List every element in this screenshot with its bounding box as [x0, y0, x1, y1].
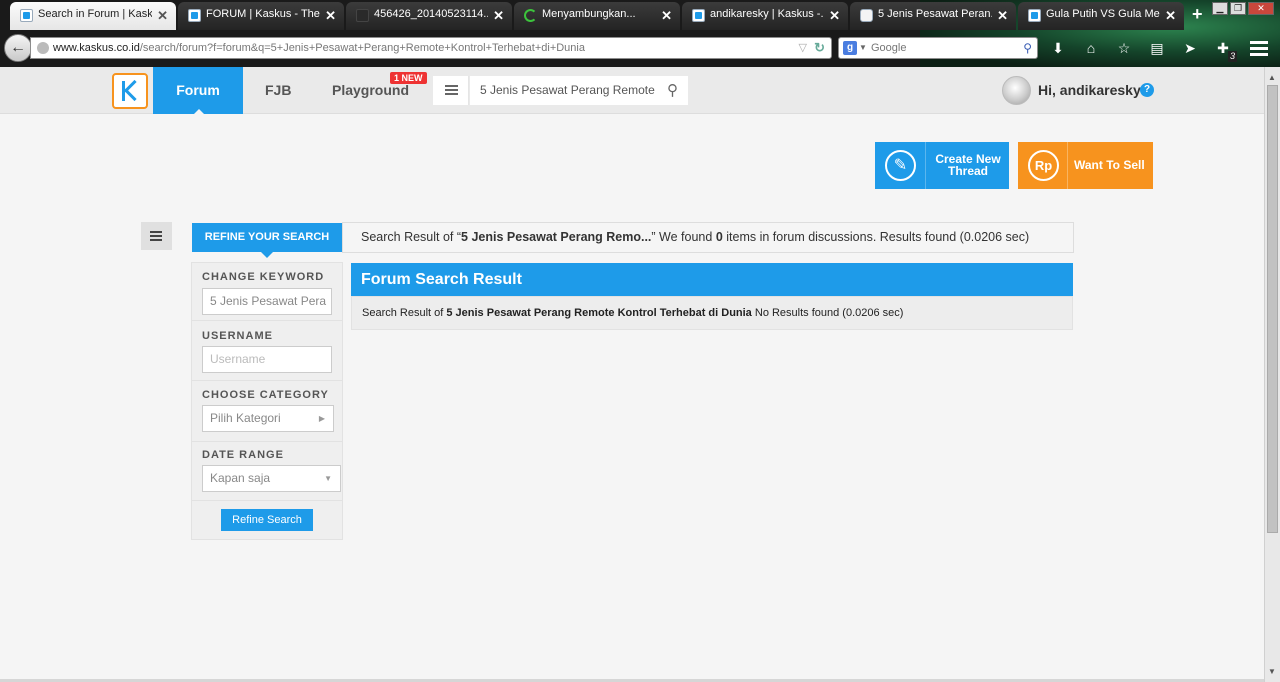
browser-tab[interactable]: FORUM | Kaskus - The... ✕: [178, 2, 344, 30]
create-new-thread-button[interactable]: ✎ Create New Thread: [875, 142, 1009, 189]
browser-tab[interactable]: Search in Forum | Kaskus ✕: [10, 2, 176, 30]
site-header: Forum FJB Playground 1 NEW 5 Jenis Pesaw…: [0, 67, 1264, 115]
scroll-thumb[interactable]: [1267, 85, 1278, 533]
tab-pointer: [261, 252, 273, 258]
sidebar-toggle-icon[interactable]: [141, 222, 172, 250]
browser-tab[interactable]: Gula Putih VS Gula Mer... ✕: [1018, 2, 1184, 30]
bookmark-star-icon[interactable]: ☆: [1112, 38, 1136, 58]
chevron-down-icon[interactable]: ▼: [859, 38, 867, 58]
reading-list-icon[interactable]: ▤: [1145, 38, 1169, 58]
date-range-label: DATE RANGE: [202, 449, 284, 461]
browser-search-input[interactable]: g ▼ Google ⚲: [838, 37, 1038, 59]
google-icon: g: [843, 41, 857, 55]
category-section: CHOOSE CATEGORY Pilih Kategori ▶: [192, 381, 342, 442]
want-to-sell-button[interactable]: Rp Want To Sell: [1018, 142, 1153, 189]
globe-icon: [37, 42, 49, 54]
browser-tab[interactable]: 5 Jenis Pesawat Peran... ✕: [850, 2, 1016, 30]
close-tab-icon[interactable]: ✕: [157, 8, 168, 24]
kaskus-logo[interactable]: [112, 73, 148, 109]
date-range-select[interactable]: Kapan saja ▼: [202, 465, 341, 492]
tab-refine-search[interactable]: REFINE YOUR SEARCH: [192, 223, 342, 258]
username-input[interactable]: Username: [202, 346, 332, 373]
browser-navbar: ← www.kaskus.co.id/search/forum?f=forum&…: [0, 30, 1280, 67]
extension-badge: 3: [1227, 51, 1237, 62]
page-scrollbar[interactable]: ▲ ▼: [1264, 67, 1280, 682]
active-pointer: [193, 109, 205, 115]
results-title: Forum Search Result: [351, 263, 1073, 296]
dropdown-arrow-icon[interactable]: ▽: [799, 38, 807, 58]
loading-spinner-icon: [524, 9, 537, 22]
reload-icon[interactable]: ↻: [814, 38, 825, 58]
kaskus-favicon-icon: [188, 9, 201, 22]
refine-search-button[interactable]: Refine Search: [221, 509, 313, 531]
close-tab-icon[interactable]: ✕: [661, 8, 672, 24]
nav-forum[interactable]: Forum: [153, 67, 243, 115]
search-icon[interactable]: ⚲: [1023, 38, 1032, 58]
username-section: USERNAME Username: [192, 321, 342, 381]
keyword-label: CHANGE KEYWORD: [202, 271, 325, 283]
kaskus-favicon-icon: [20, 9, 33, 22]
extension-icon[interactable]: ✚ 3: [1211, 38, 1237, 62]
chevron-down-icon: ▼: [324, 474, 332, 483]
close-tab-icon[interactable]: ✕: [493, 8, 504, 24]
tab-strip: Search in Forum | Kaskus ✕ FORUM | Kaskus…: [10, 2, 1203, 30]
scroll-up-icon[interactable]: ▲: [1268, 73, 1276, 82]
new-badge: 1 NEW: [390, 72, 427, 84]
pencil-icon: ✎: [885, 150, 916, 181]
avatar[interactable]: [1002, 76, 1031, 105]
keyword-section: CHANGE KEYWORD 5 Jenis Pesawat Pera: [192, 263, 342, 321]
search-icon[interactable]: ⚲: [667, 76, 678, 105]
page-favicon-icon: [860, 9, 873, 22]
help-icon[interactable]: ?: [1140, 83, 1154, 97]
username-label: USERNAME: [202, 330, 273, 342]
back-button[interactable]: ←: [4, 34, 32, 62]
site-search-input[interactable]: 5 Jenis Pesawat Perang Remote ⚲: [470, 76, 688, 105]
user-greeting[interactable]: Hi, andikaresky: [1038, 67, 1141, 114]
browser-tab[interactable]: andikaresky | Kaskus -... ✕: [682, 2, 848, 30]
rupiah-icon: Rp: [1028, 150, 1059, 181]
browser-tab[interactable]: 456426_20140523114... ✕: [346, 2, 512, 30]
home-icon[interactable]: ⌂: [1079, 38, 1103, 58]
browser-tab[interactable]: Menyambungkan... ✕: [514, 2, 680, 30]
refine-panel: CHANGE KEYWORD 5 Jenis Pesawat Pera USER…: [191, 262, 343, 540]
toolbar-icons: ⬇ ⌂ ☆ ▤ ➤ ✚ 3: [1046, 38, 1244, 62]
close-tab-icon[interactable]: ✕: [325, 8, 336, 24]
category-label: CHOOSE CATEGORY: [202, 389, 329, 401]
restore-icon[interactable]: ❐: [1230, 2, 1246, 15]
search-summary: Search Result of “5 Jenis Pesawat Perang…: [342, 222, 1074, 253]
date-range-section: DATE RANGE Kapan saja ▼: [192, 442, 342, 501]
nav-fjb[interactable]: FJB: [265, 67, 291, 114]
close-tab-icon[interactable]: ✕: [1165, 8, 1176, 24]
minimize-icon[interactable]: ▁: [1212, 2, 1228, 15]
window-controls: ▁ ❐ ✕: [1210, 2, 1274, 15]
menu-icon[interactable]: [1250, 38, 1268, 58]
new-tab-button[interactable]: +: [1192, 4, 1203, 30]
kaskus-favicon-icon: [1028, 9, 1041, 22]
scroll-down-icon[interactable]: ▼: [1268, 667, 1276, 676]
address-bar[interactable]: www.kaskus.co.id/search/forum?f=forum&q=…: [30, 37, 832, 59]
browser-chrome: Search in Forum | Kaskus ✕ FORUM | Kaskus…: [0, 0, 1280, 67]
download-icon[interactable]: ⬇: [1046, 38, 1070, 58]
send-icon[interactable]: ➤: [1178, 38, 1202, 58]
image-favicon-icon: [356, 9, 369, 22]
kaskus-favicon-icon: [692, 9, 705, 22]
category-list-icon[interactable]: [433, 76, 469, 105]
close-tab-icon[interactable]: ✕: [829, 8, 840, 24]
keyword-input[interactable]: 5 Jenis Pesawat Pera: [202, 288, 332, 315]
category-select[interactable]: Pilih Kategori ▶: [202, 405, 334, 432]
chevron-right-icon: ▶: [318, 414, 325, 423]
window-close-icon[interactable]: ✕: [1248, 2, 1274, 15]
close-tab-icon[interactable]: ✕: [997, 8, 1008, 24]
results-message: Search Result of 5 Jenis Pesawat Perang …: [351, 296, 1073, 330]
